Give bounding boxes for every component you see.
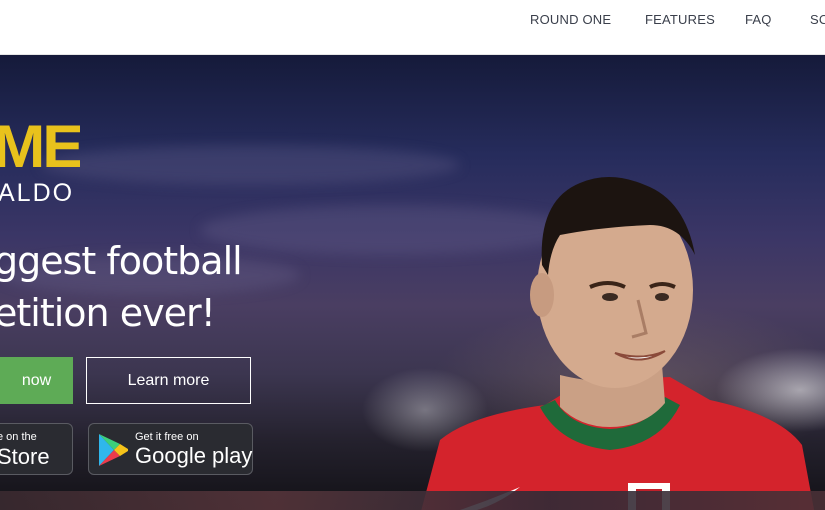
game-logo: ME <box>0 123 80 179</box>
game-logo-subtitle: ALDO <box>0 179 75 207</box>
nav-link-sc[interactable]: SC <box>810 12 825 27</box>
google-play-icon <box>99 434 128 466</box>
hero-headline: ggest football etition ever! <box>0 235 243 339</box>
google-play-small-text: Get it free on <box>135 431 199 443</box>
nav-link-faq[interactable]: FAQ <box>745 12 772 27</box>
hero-banner: ME ALDO ggest football etition ever! now… <box>0 55 825 510</box>
nav-link-round-one[interactable]: ROUND ONE <box>530 12 611 27</box>
headline-line-1: ggest football <box>0 239 243 283</box>
app-store-big-text: Store <box>0 444 50 469</box>
top-navigation: ROUND ONE FEATURES FAQ SC <box>0 0 825 55</box>
learn-more-button[interactable]: Learn more <box>86 357 251 404</box>
player-image <box>421 176 815 510</box>
google-play-big-text: Google play <box>135 443 253 468</box>
headline-line-2: etition ever! <box>0 291 216 335</box>
app-store-small-text: e on the <box>0 431 37 443</box>
google-play-badge[interactable]: Get it free on Google play <box>88 423 253 475</box>
play-now-button[interactable]: now <box>0 357 73 404</box>
cloud-shape <box>40 145 460 185</box>
stadium-stands <box>0 491 825 510</box>
nav-link-features[interactable]: FEATURES <box>645 12 715 27</box>
app-store-badge[interactable]: e on the Store <box>0 423 73 475</box>
